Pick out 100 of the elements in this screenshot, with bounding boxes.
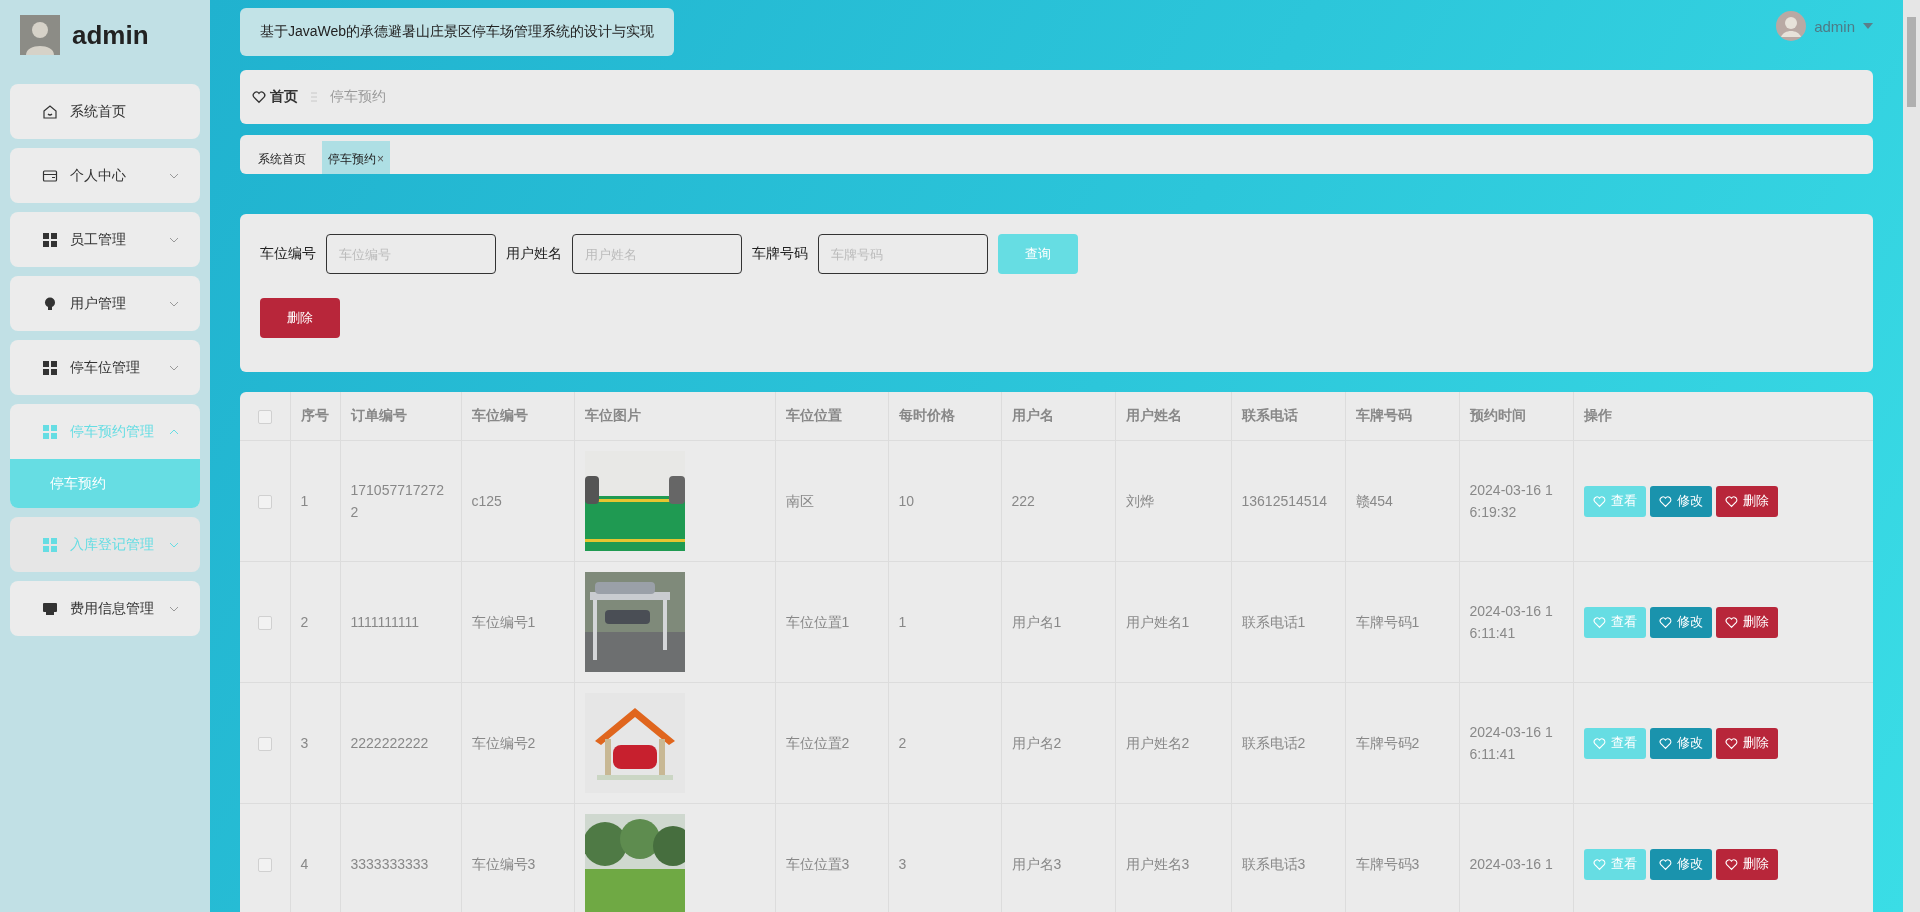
- table-cell: 用户名2: [1011, 734, 1062, 751]
- lightbulb-icon: [42, 295, 58, 312]
- heart-icon: [1658, 615, 1672, 629]
- field-label: 用户姓名: [506, 245, 562, 263]
- heart-icon: [1592, 736, 1606, 750]
- table-cell: 刘烨: [1125, 492, 1154, 509]
- checkbox[interactable]: [257, 495, 272, 510]
- checkbox[interactable]: [257, 616, 272, 631]
- sidebar-item[interactable]: 个人中心: [10, 148, 200, 203]
- table-cell: 2024-03-16 16:11:41: [1469, 723, 1553, 762]
- breadcrumb-link[interactable]: 首页: [270, 88, 298, 106]
- edit-button[interactable]: 修改: [1649, 727, 1712, 759]
- table-cell: 用户姓名2: [1125, 734, 1190, 751]
- heart-icon: [252, 90, 266, 104]
- table-cell: 车位编号3: [471, 855, 536, 872]
- table-cell: 联系电话1: [1241, 613, 1306, 630]
- table-cell: 1: [300, 492, 309, 509]
- table-cell: 南区: [785, 492, 814, 509]
- table-cell: 车位位置1: [785, 613, 850, 630]
- table-cell: 用户名1: [1011, 613, 1062, 630]
- column-header: 车位图片: [584, 407, 641, 423]
- heart-icon: [1658, 494, 1672, 508]
- heart-icon: [1592, 615, 1606, 629]
- column-header: 订单编号: [350, 407, 407, 423]
- tab[interactable]: 系统首页: [252, 147, 312, 174]
- column-header: 车位位置: [785, 407, 842, 423]
- table-cell: 用户姓名3: [1125, 855, 1190, 872]
- heart-icon: [1658, 736, 1672, 750]
- grid-icon: [42, 231, 58, 248]
- sidebar-item[interactable]: 停车位管理: [10, 340, 200, 395]
- heart-icon: [1724, 615, 1738, 629]
- edit-button[interactable]: 修改: [1649, 485, 1712, 517]
- table-cell: 用户名3: [1011, 855, 1062, 872]
- table-cell: 1: [898, 613, 907, 630]
- column-header: 联系电话: [1241, 407, 1298, 423]
- column-header: 车牌号码: [1355, 407, 1412, 423]
- table-cell: 1710577172722: [350, 481, 444, 520]
- sidebar-item[interactable]: 系统首页: [10, 84, 200, 139]
- grid-icon: [42, 423, 58, 440]
- table-cell: 3333333333: [350, 855, 429, 872]
- checkbox[interactable]: [257, 858, 272, 873]
- column-header: 用户姓名: [1125, 407, 1182, 423]
- scrollbar[interactable]: [1903, 0, 1920, 912]
- checkbox[interactable]: [257, 737, 272, 752]
- avatar-icon: [1776, 11, 1807, 41]
- sidebar-item[interactable]: 员工管理: [10, 212, 200, 267]
- field-label: 车位编号: [260, 245, 316, 263]
- table-cell: 车位编号1: [471, 613, 536, 630]
- grid-icon: [42, 536, 58, 553]
- system-title: 基于JavaWeb的承德避暑山庄景区停车场管理系统的设计与实现: [240, 8, 675, 56]
- sidebar-item[interactable]: 费用信息管理: [10, 581, 200, 636]
- card-icon: [42, 167, 58, 184]
- field-label: 车牌号码: [752, 245, 808, 263]
- table-cell: 2024-03-16 1: [1469, 855, 1553, 872]
- table-cell: 10: [898, 492, 915, 509]
- close-icon[interactable]: ×: [377, 152, 384, 166]
- column-header: 操作: [1583, 407, 1612, 423]
- table-cell: 2: [300, 613, 309, 630]
- edit-button[interactable]: 修改: [1649, 606, 1712, 638]
- table-cell: 车位位置2: [785, 734, 850, 751]
- table-cell: 4: [300, 855, 309, 872]
- table-cell: 车位位置3: [785, 855, 850, 872]
- table-cell: 车位编号2: [471, 734, 536, 751]
- column-header: 序号: [300, 407, 329, 423]
- table-cell: 13612514514: [1241, 492, 1328, 509]
- heart-icon: [1724, 857, 1738, 871]
- user-name: admin: [72, 19, 149, 51]
- table-cell: 2222222222: [350, 734, 429, 751]
- table-cell: 3: [898, 855, 907, 872]
- table-cell: c125: [471, 492, 502, 509]
- table-cell: 车牌号码3: [1355, 855, 1420, 872]
- delete-button[interactable]: 删除: [260, 298, 340, 338]
- column-header: 每时价格: [898, 407, 955, 423]
- table-cell: 赣454: [1355, 492, 1393, 509]
- grid-icon: [42, 359, 58, 376]
- edit-button[interactable]: 修改: [1649, 848, 1712, 880]
- avatar-icon: [20, 15, 60, 55]
- caret-icon[interactable]: [1863, 23, 1873, 29]
- home-icon: [42, 103, 58, 120]
- heart-icon: [1724, 736, 1738, 750]
- delete-button[interactable]: 删除: [1715, 727, 1778, 759]
- heart-icon: [1724, 494, 1738, 508]
- column-header: 车位编号: [471, 407, 528, 423]
- column-header: 预约时间: [1469, 407, 1526, 423]
- delete-button[interactable]: 删除: [1715, 848, 1778, 880]
- scrollbar-thumb[interactable]: [1907, 17, 1916, 107]
- delete-button[interactable]: 删除: [1715, 606, 1778, 638]
- table-cell: 2024-03-16 16:19:32: [1469, 481, 1553, 520]
- sidebar-item[interactable]: 用户管理: [10, 276, 200, 331]
- heart-icon: [1658, 857, 1672, 871]
- table-cell: 用户姓名1: [1125, 613, 1190, 630]
- table-cell: 车牌号码2: [1355, 734, 1420, 751]
- table-cell: 3: [300, 734, 309, 751]
- table-cell: 2: [898, 734, 907, 751]
- table-cell: 1111111111: [350, 613, 419, 630]
- breadcrumb-current: 停车预约: [330, 88, 386, 106]
- checkbox[interactable]: [257, 410, 272, 425]
- tab[interactable]: 停车预约×: [322, 141, 390, 174]
- delete-button[interactable]: 删除: [1715, 485, 1778, 517]
- table-cell: 车牌号码1: [1355, 613, 1420, 630]
